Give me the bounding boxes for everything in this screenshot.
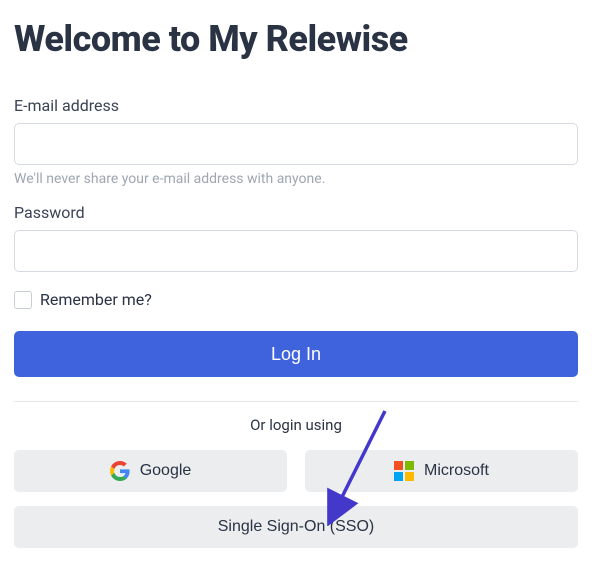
remember-me-checkbox[interactable] [14, 291, 32, 309]
email-field[interactable] [14, 123, 578, 165]
email-group: E-mail address We'll never share your e-… [14, 96, 578, 187]
page-title: Welcome to My Relewise [14, 18, 578, 60]
google-label: Google [140, 462, 192, 480]
microsoft-icon [394, 461, 414, 481]
password-group: Password [14, 203, 578, 272]
google-login-button[interactable]: Google [14, 450, 287, 492]
login-button[interactable]: Log In [14, 331, 578, 377]
divider-line [14, 401, 578, 402]
microsoft-label: Microsoft [424, 462, 489, 480]
email-help-text: We'll never share your e-mail address wi… [14, 171, 578, 187]
google-icon [110, 461, 130, 481]
remember-me-row[interactable]: Remember me? [14, 290, 578, 309]
or-login-using-text: Or login using [14, 416, 578, 434]
provider-buttons-row: Google Microsoft [14, 450, 578, 492]
password-field[interactable] [14, 230, 578, 272]
sso-login-button[interactable]: Single Sign-On (SSO) [14, 506, 578, 548]
email-label: E-mail address [14, 96, 578, 115]
microsoft-login-button[interactable]: Microsoft [305, 450, 578, 492]
password-label: Password [14, 203, 578, 222]
remember-me-label: Remember me? [40, 290, 152, 309]
